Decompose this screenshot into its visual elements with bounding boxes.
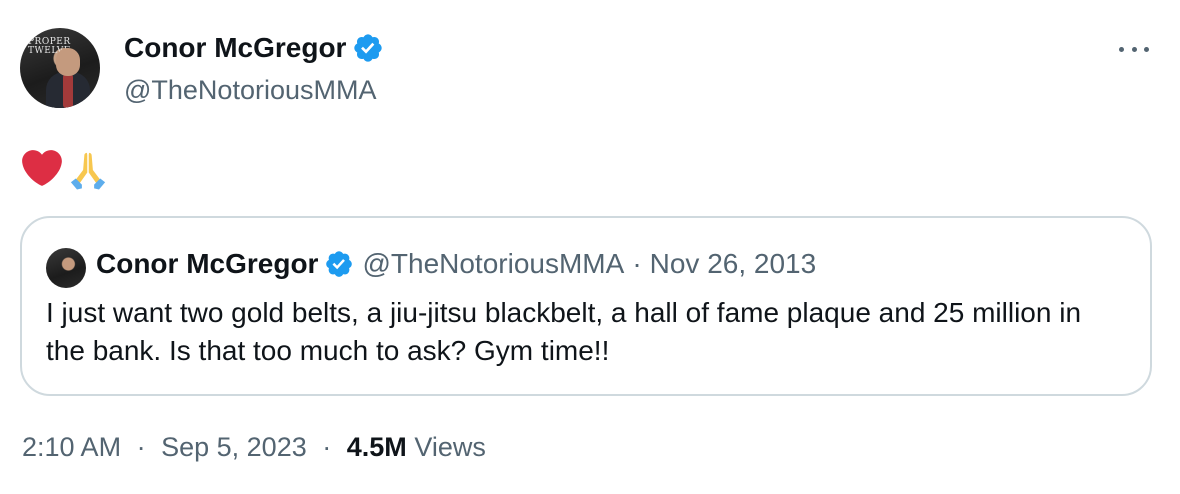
more-dot bbox=[1144, 46, 1149, 52]
quoted-tweet-text: I just want two gold belts, a jiu-jitsu … bbox=[46, 297, 1082, 366]
tweet-body bbox=[22, 148, 110, 192]
quoted-author-name[interactable]: Conor McGregor bbox=[96, 247, 318, 281]
author-display-name-text[interactable]: Conor McGregor bbox=[124, 31, 346, 65]
verified-badge-icon bbox=[354, 34, 383, 62]
tweet-date[interactable]: Sep 5, 2023 bbox=[161, 432, 307, 462]
quoted-author-avatar[interactable] bbox=[46, 248, 86, 288]
author-display-name[interactable]: Conor McGregor bbox=[124, 31, 384, 65]
views-label: Views bbox=[414, 432, 486, 462]
more-options-icon[interactable] bbox=[1114, 34, 1154, 64]
separator-dot: · bbox=[632, 248, 642, 279]
tweet-author-avatar[interactable]: PROPER TWELVE bbox=[20, 28, 100, 108]
tweet-time[interactable]: 2:10 AM bbox=[22, 432, 121, 462]
red-heart-icon bbox=[22, 150, 62, 186]
author-handle[interactable]: @TheNotoriousMMA bbox=[124, 73, 376, 107]
folded-hands-icon bbox=[70, 152, 106, 190]
tweet-meta: 2:10 AM · Sep 5, 2023 · 4.5M Views bbox=[22, 430, 486, 464]
quoted-tweet-header: Conor McGregor @TheNotoriousMMA · Nov 26… bbox=[96, 247, 816, 281]
views-count[interactable]: 4.5M bbox=[347, 432, 407, 462]
quoted-author-handle[interactable]: @TheNotoriousMMA bbox=[362, 247, 624, 281]
separator-dot: · bbox=[136, 432, 146, 462]
verified-badge-icon bbox=[326, 251, 353, 277]
quoted-tweet-card[interactable]: Conor McGregor @TheNotoriousMMA · Nov 26… bbox=[20, 216, 1152, 396]
avatar-head bbox=[56, 48, 80, 76]
more-dot bbox=[1119, 46, 1124, 52]
quoted-tweet-date[interactable]: Nov 26, 2013 bbox=[650, 247, 817, 281]
separator-dot: · bbox=[322, 432, 332, 462]
more-dot bbox=[1131, 46, 1137, 52]
avatar-shirt bbox=[63, 74, 73, 108]
